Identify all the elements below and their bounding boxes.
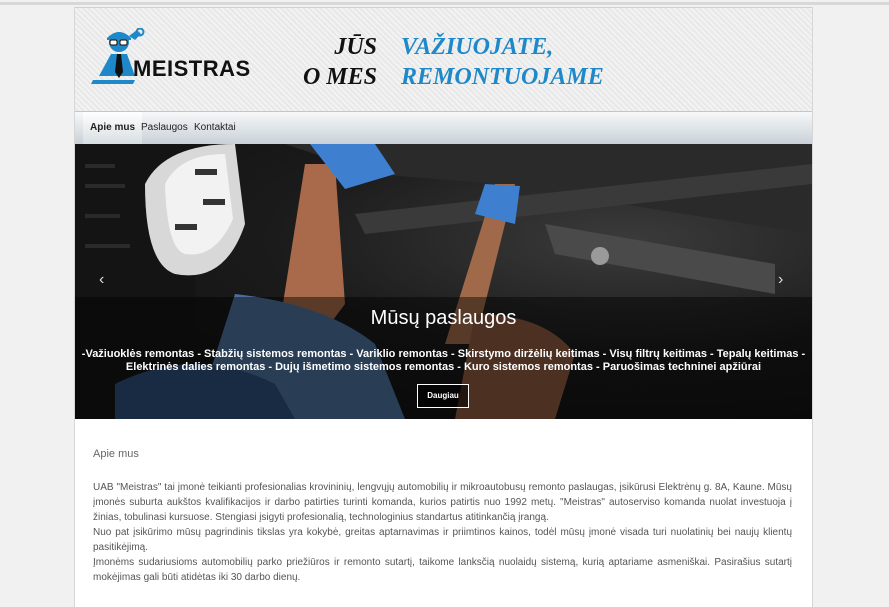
more-button[interactable]: Daugiau [417, 384, 469, 408]
slogan-line2-left: O MES [302, 64, 377, 90]
about-title: Apie mus [93, 448, 139, 460]
slogan-line1-right: VAŽIUOJATE, [401, 34, 554, 60]
page-container: MEISTRAS JŪS O MES VAŽIUOJATE, REMONTUOJ… [74, 7, 813, 607]
slogan-line2-right: REMONTUOJAME [401, 64, 604, 90]
nav-item-kontaktai[interactable]: Kontaktai [194, 112, 236, 144]
site-logo[interactable]: MEISTRAS [91, 28, 271, 88]
main-nav: Apie mus Paslaugos Kontaktai [75, 111, 812, 145]
site-header: MEISTRAS JŪS O MES VAŽIUOJATE, REMONTUOJ… [75, 7, 812, 112]
hero-services-list: -Važiuoklės remontas - Stabžių sistemos … [81, 348, 806, 373]
hero-title: Mūsų paslaugos [370, 307, 517, 329]
nav-item-apie-mus[interactable]: Apie mus [83, 112, 143, 144]
chevron-right-icon[interactable]: › [778, 271, 783, 289]
slogan-left: JŪS O MES [275, 32, 377, 92]
about-paragraph-1: UAB "Meistras" tai įmonė teikianti profe… [93, 482, 792, 523]
hero-carousel: ‹ › Mūsų paslaugos -Važiuoklės remontas … [75, 144, 812, 419]
about-section: Apie mus UAB "Meistras" tai įmonė teikia… [93, 447, 792, 585]
chevron-left-icon[interactable]: ‹ [99, 271, 104, 289]
slogan-line1-left: JŪS [334, 34, 377, 60]
about-paragraph-2: Nuo pat įsikūrimo mūsų pagrindinis tiksl… [93, 527, 792, 553]
logo-text: MEISTRAS [133, 56, 251, 81]
top-border [0, 2, 889, 5]
slogan-right: VAŽIUOJATE, REMONTUOJAME [401, 32, 604, 92]
nav-item-paslaugos[interactable]: Paslaugos [141, 112, 188, 144]
about-paragraph-3: Įmonėms sudariusioms automobilių parko p… [93, 557, 792, 583]
